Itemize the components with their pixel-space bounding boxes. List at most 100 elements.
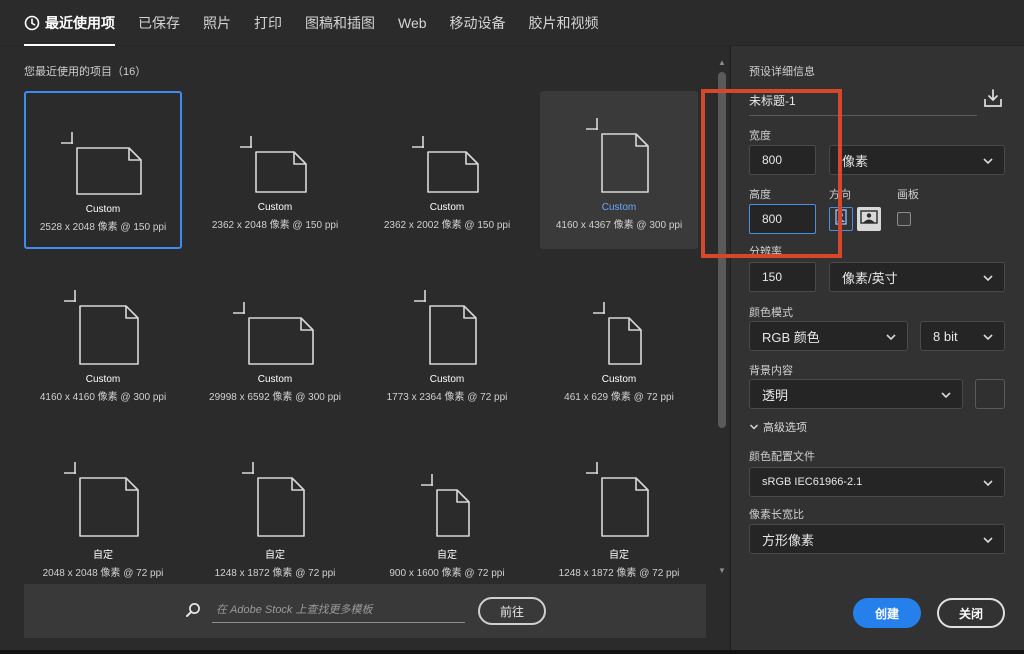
width-unit-select[interactable]: 像素: [829, 145, 1005, 175]
save-preset-icon[interactable]: [983, 88, 1003, 113]
document-thumbnail: [586, 91, 652, 196]
color-profile-label: 颜色配置文件: [749, 451, 815, 463]
recent-item-card[interactable]: Custom 461 x 629 像素 @ 72 ppi: [540, 263, 698, 421]
recent-item-meta: 461 x 629 像素 @ 72 ppi: [564, 392, 674, 403]
scrollbar-thumb[interactable]: [718, 72, 726, 428]
width-unit-value: 像素: [842, 153, 869, 169]
document-thumbnail: [240, 91, 310, 196]
recent-item-name: 自定: [265, 550, 285, 561]
bit-depth-select[interactable]: 8 bit: [920, 321, 1005, 351]
pixel-aspect-select[interactable]: 方形像素: [749, 524, 1005, 554]
new-document-icon: [586, 118, 649, 193]
recent-item-meta: 4160 x 4160 像素 @ 300 ppi: [39, 392, 167, 403]
document-thumbnail: [421, 435, 473, 540]
document-thumbnail: [414, 263, 480, 368]
create-button[interactable]: 创建: [853, 598, 921, 628]
tab-print[interactable]: 打印: [254, 0, 282, 46]
search-icon: [185, 602, 201, 623]
landscape-orientation-button[interactable]: [857, 207, 881, 231]
recent-item-name: Custom: [601, 202, 637, 213]
resolution-unit-value: 像素/英寸: [842, 270, 898, 286]
recent-item-name: Custom: [257, 202, 293, 213]
height-input[interactable]: 800: [749, 204, 816, 234]
pixel-aspect-label: 像素长宽比: [749, 509, 804, 521]
artboard-checkbox[interactable]: [897, 212, 911, 226]
recent-item-name: 自定: [609, 550, 629, 561]
recent-grid: Custom 2528 x 2048 像素 @ 150 ppi Custom 2362…: [24, 91, 714, 581]
tab-recent-label: 最近使用项: [45, 14, 115, 31]
recent-item-card[interactable]: Custom 4160 x 4160 像素 @ 300 ppi: [24, 263, 182, 421]
recent-item-card[interactable]: Custom 4160 x 4367 像素 @ 300 ppi: [540, 91, 698, 249]
grid-scrollbar[interactable]: ▲ ▼: [716, 58, 728, 578]
recent-item-name: Custom: [85, 204, 121, 215]
color-mode-label: 颜色模式: [749, 307, 793, 319]
chevron-down-icon: [885, 331, 897, 346]
recent-item-card[interactable]: Custom 29998 x 6592 像素 @ 300 ppi: [196, 263, 354, 421]
document-thumbnail: [242, 435, 308, 540]
preset-details-panel: 预设详细信息 未标题-1 宽度 800 像素 高度 方向 画板 800 分辨率 …: [731, 46, 1024, 654]
new-document-icon: [233, 302, 314, 365]
color-profile-value: sRGB IEC61966-2.1: [762, 476, 863, 488]
scroll-up-icon[interactable]: ▲: [716, 58, 728, 68]
tab-mobile[interactable]: 移动设备: [450, 0, 506, 46]
stock-search-input[interactable]: [212, 597, 465, 623]
advanced-options-toggle[interactable]: 高级选项: [749, 419, 807, 435]
tab-web[interactable]: Web: [398, 0, 427, 46]
recent-item-card[interactable]: Custom 1773 x 2364 像素 @ 72 ppi: [368, 263, 526, 421]
tab-film-video[interactable]: 胶片和视频: [529, 0, 599, 46]
recent-item-card[interactable]: 自定 2048 x 2048 像素 @ 72 ppi: [24, 435, 182, 581]
document-thumbnail: [593, 263, 645, 368]
background-select[interactable]: 透明: [749, 379, 963, 409]
recent-item-card[interactable]: 自定 1248 x 1872 像素 @ 72 ppi: [196, 435, 354, 581]
recent-item-name: Custom: [429, 374, 465, 385]
recent-item-card[interactable]: Custom 2528 x 2048 像素 @ 150 ppi: [24, 91, 182, 249]
new-document-icon: [414, 290, 477, 365]
recent-item-meta: 2362 x 2002 像素 @ 150 ppi: [383, 220, 511, 231]
color-mode-select[interactable]: RGB 颜色: [749, 321, 908, 351]
preset-section-label: 预设详细信息: [749, 66, 815, 78]
tab-art-illustration[interactable]: 图稿和插图: [305, 0, 375, 46]
width-input[interactable]: 800: [749, 145, 816, 175]
tab-photo[interactable]: 照片: [203, 0, 231, 46]
recent-item-card[interactable]: Custom 2362 x 2048 像素 @ 150 ppi: [196, 91, 354, 249]
recent-item-meta: 900 x 1600 像素 @ 72 ppi: [389, 568, 505, 579]
clock-icon: [24, 15, 40, 31]
recent-item-name: Custom: [85, 374, 121, 385]
resolution-unit-select[interactable]: 像素/英寸: [829, 262, 1005, 292]
document-thumbnail: [233, 263, 317, 368]
artboard-label: 画板: [897, 189, 919, 201]
recent-item-name: Custom: [257, 374, 293, 385]
go-button[interactable]: 前往: [478, 597, 546, 625]
document-thumbnail: [61, 93, 145, 198]
recent-item-name: Custom: [601, 374, 637, 385]
pixel-aspect-value: 方形像素: [762, 532, 815, 548]
bit-depth-value: 8 bit: [933, 328, 958, 344]
chevron-down-icon: [982, 272, 994, 287]
recent-item-card[interactable]: 自定 1248 x 1872 像素 @ 72 ppi: [540, 435, 698, 581]
portrait-orientation-button[interactable]: [829, 207, 853, 231]
new-document-icon: [242, 462, 305, 537]
advanced-options-label: 高级选项: [763, 422, 807, 434]
recent-item-name: 自定: [93, 550, 113, 561]
document-thumbnail: [64, 435, 142, 540]
recent-item-card[interactable]: 自定 900 x 1600 像素 @ 72 ppi: [368, 435, 526, 581]
landscape-icon: [860, 209, 878, 230]
close-button[interactable]: 关闭: [937, 598, 1005, 628]
tab-saved[interactable]: 已保存: [138, 0, 180, 46]
width-label: 宽度: [749, 130, 771, 142]
new-document-icon: [64, 462, 139, 537]
document-name-field[interactable]: 未标题-1: [749, 92, 977, 116]
chevron-down-icon: [940, 389, 952, 404]
new-document-icon: [61, 132, 142, 195]
recent-item-name: Custom: [429, 202, 465, 213]
tab-recent[interactable]: 最近使用项: [24, 0, 115, 46]
recent-panel: 您最近使用的项目（16） Custom 2528 x 2048 像素 @ 150 …: [0, 46, 730, 654]
recent-item-card[interactable]: Custom 2362 x 2002 像素 @ 150 ppi: [368, 91, 526, 249]
new-document-icon: [412, 136, 479, 193]
scroll-down-icon[interactable]: ▼: [716, 566, 728, 576]
resolution-input[interactable]: 150: [749, 262, 816, 292]
background-color-swatch[interactable]: [975, 379, 1005, 409]
color-profile-select[interactable]: sRGB IEC61966-2.1: [749, 467, 1005, 497]
document-thumbnail: [412, 91, 482, 196]
height-label: 高度: [749, 189, 771, 201]
